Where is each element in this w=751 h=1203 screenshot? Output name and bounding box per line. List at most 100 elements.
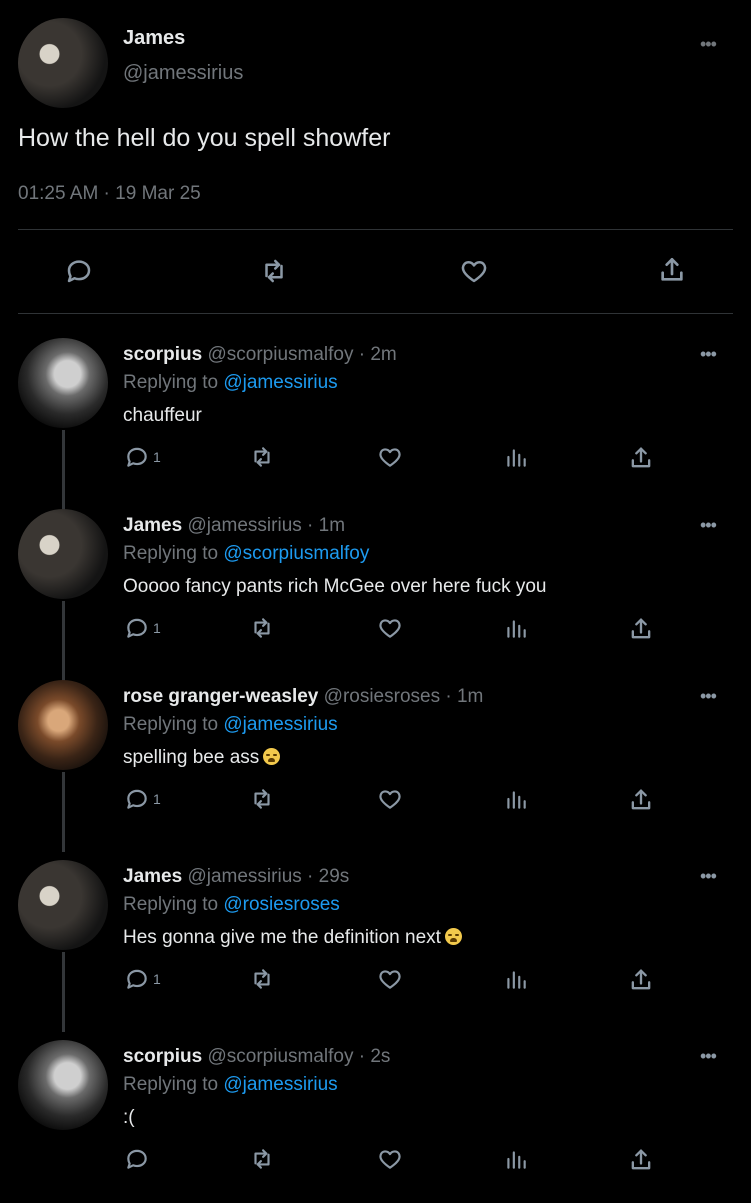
divider <box>18 313 733 314</box>
views-button[interactable] <box>503 615 529 641</box>
tweet-text: How the hell do you spell showfer <box>18 124 391 152</box>
views-button[interactable] <box>503 786 529 812</box>
views-button[interactable] <box>503 1146 529 1172</box>
author-handle-time[interactable]: @rosiesroses · 1m <box>324 686 484 707</box>
reply-text-content: spelling bee ass <box>123 747 260 768</box>
share-icon[interactable] <box>656 254 688 286</box>
like-button[interactable] <box>375 444 405 470</box>
reply-header: scorpius @scorpiusmalfoy · 2m <box>123 344 397 366</box>
author-name[interactable]: James <box>123 866 182 887</box>
author-name[interactable]: scorpius <box>123 344 202 365</box>
reply-text: chauffeur <box>123 405 202 427</box>
views-icon <box>507 449 526 467</box>
reply-actions <box>0 1146 751 1176</box>
author-name[interactable]: James <box>123 27 185 50</box>
retweet-button[interactable] <box>247 786 277 812</box>
reply-button[interactable]: 1 <box>124 444 161 470</box>
author-handle-time[interactable]: @jamessirius · 29s <box>187 866 349 887</box>
loudly-crying-face-emoji <box>263 748 281 765</box>
author-handle-time[interactable]: @jamessirius · 1m <box>187 515 345 536</box>
retweet-icon <box>254 618 270 638</box>
retweet-button[interactable] <box>247 615 277 641</box>
replying-to-handle[interactable]: @jamessirius <box>223 372 337 393</box>
views-button[interactable] <box>503 966 529 992</box>
more-icon[interactable]: ••• <box>700 34 717 55</box>
share-icon <box>631 447 651 468</box>
replying-to: Replying to @rosiesroses <box>123 894 340 916</box>
tweet-timestamp: 01:25 AM · 19 Mar 25 <box>18 183 201 204</box>
avatar[interactable] <box>18 18 108 108</box>
like-button[interactable] <box>375 966 405 992</box>
avatar[interactable] <box>18 338 108 428</box>
reply-icon[interactable] <box>64 256 94 286</box>
reply-button[interactable]: 1 <box>124 786 161 812</box>
retweet-icon <box>254 447 270 467</box>
share-icon <box>631 789 651 810</box>
reply-tweet[interactable]: scorpius @scorpiusmalfoy · 2s Replying t… <box>0 1032 751 1203</box>
author-name[interactable]: James <box>123 515 182 536</box>
avatar[interactable] <box>18 1040 108 1130</box>
replying-to-handle[interactable]: @jamessirius <box>223 714 337 735</box>
reply-header: scorpius @scorpiusmalfoy · 2s <box>123 1046 390 1068</box>
share-button[interactable] <box>627 786 655 814</box>
reply-button[interactable] <box>124 1146 153 1172</box>
reply-button[interactable]: 1 <box>124 966 161 992</box>
views-icon <box>507 971 526 989</box>
reply-icon <box>127 1149 147 1169</box>
avatar[interactable] <box>18 680 108 770</box>
replying-label: Replying to <box>123 1074 219 1095</box>
retweet-icon[interactable] <box>258 256 290 286</box>
reply-tweet[interactable]: rose granger-weasley @rosiesroses · 1m R… <box>0 672 751 852</box>
views-icon <box>507 620 526 638</box>
author-name[interactable]: rose granger-weasley <box>123 686 318 707</box>
retweet-button[interactable] <box>247 1146 277 1172</box>
replying-to-handle[interactable]: @rosiesroses <box>223 894 339 915</box>
replying-to: Replying to @jamessirius <box>123 372 338 394</box>
reply-header: rose granger-weasley @rosiesroses · 1m <box>123 686 483 708</box>
reply-actions: 1 <box>0 966 751 996</box>
avatar[interactable] <box>18 860 108 950</box>
share-button[interactable] <box>627 1146 655 1174</box>
author-handle-time[interactable]: @scorpiusmalfoy · 2m <box>207 344 396 365</box>
reply-actions: 1 <box>0 615 751 645</box>
reply-button[interactable]: 1 <box>124 615 161 641</box>
avatar[interactable] <box>18 509 108 599</box>
retweet-button[interactable] <box>247 966 277 992</box>
reply-text-content: Hes gonna give me the definition next <box>123 927 441 948</box>
like-button[interactable] <box>375 615 405 641</box>
more-icon[interactable]: ••• <box>700 1046 717 1067</box>
replying-label: Replying to <box>123 543 219 564</box>
retweet-icon <box>254 969 270 989</box>
share-icon <box>631 618 651 639</box>
like-button[interactable] <box>375 1146 405 1172</box>
share-button[interactable] <box>627 444 655 472</box>
like-button[interactable] <box>375 786 405 812</box>
replying-to-handle[interactable]: @jamessirius <box>223 1074 337 1095</box>
more-icon[interactable]: ••• <box>700 686 717 707</box>
like-icon[interactable] <box>458 256 490 286</box>
reply-tweet[interactable]: James @jamessirius · 29s Replying to @ro… <box>0 852 751 1032</box>
author-handle[interactable]: @jamessirius <box>123 62 243 85</box>
replying-label: Replying to <box>123 714 219 735</box>
author-name[interactable]: scorpius <box>123 1046 202 1067</box>
views-icon <box>507 1151 526 1169</box>
more-icon[interactable]: ••• <box>700 866 717 887</box>
replying-label: Replying to <box>123 372 219 393</box>
share-icon <box>631 1149 651 1170</box>
more-icon[interactable]: ••• <box>700 515 717 536</box>
like-icon <box>379 448 401 467</box>
author-handle-time[interactable]: @scorpiusmalfoy · 2s <box>207 1046 390 1067</box>
more-icon[interactable]: ••• <box>700 344 717 365</box>
views-button[interactable] <box>503 444 529 470</box>
reply-tweet[interactable]: scorpius @scorpiusmalfoy · 2m Replying t… <box>0 330 751 510</box>
share-button[interactable] <box>627 966 655 994</box>
reply-actions: 1 <box>0 444 751 474</box>
share-button[interactable] <box>627 615 655 643</box>
loudly-crying-face-emoji <box>444 928 462 945</box>
views-icon <box>507 791 526 809</box>
replying-to-handle[interactable]: @scorpiusmalfoy <box>223 543 369 564</box>
reply-text: spelling bee ass <box>123 747 281 769</box>
retweet-icon <box>254 789 270 809</box>
reply-tweet[interactable]: James @jamessirius · 1m Replying to @sco… <box>0 501 751 681</box>
retweet-button[interactable] <box>247 444 277 470</box>
